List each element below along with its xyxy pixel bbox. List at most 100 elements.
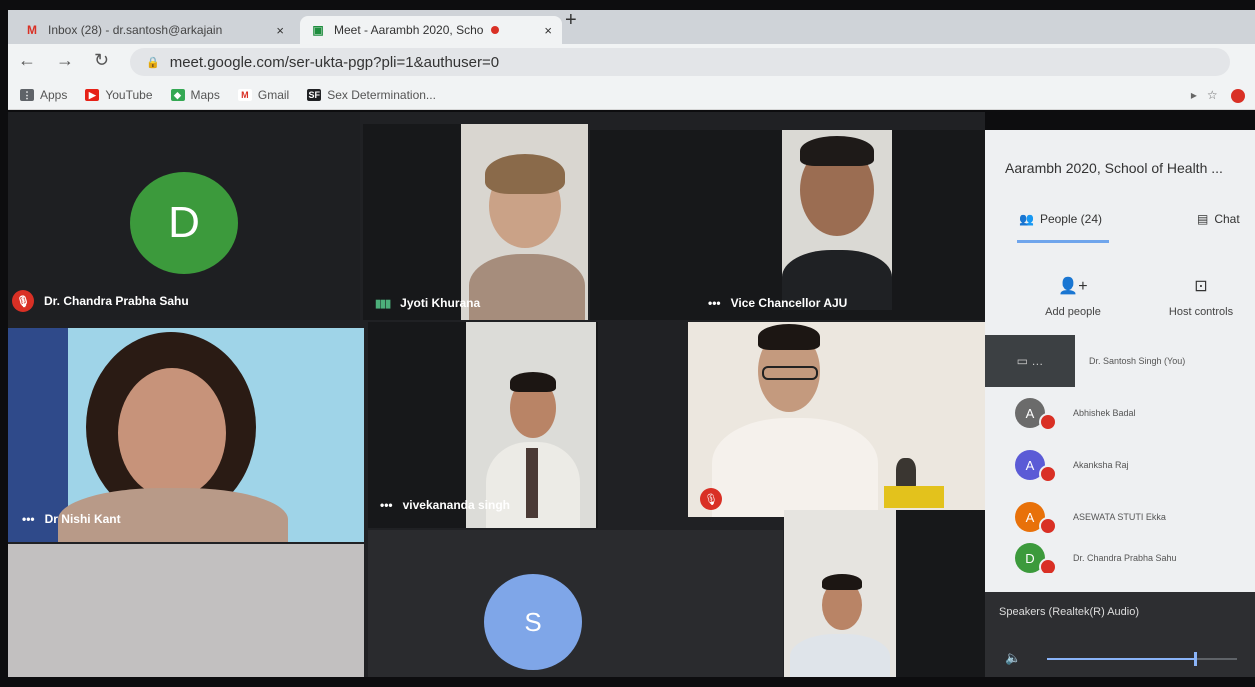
video-feed [784, 510, 896, 677]
participant-name-text: Vice Chancellor AJU [730, 296, 848, 310]
extension-icons: ▸ ☆ [1191, 88, 1245, 103]
participant-tile[interactable]: ▮▮▮ Jyoti Khurana [363, 124, 588, 320]
screen-bezel [0, 677, 1255, 687]
meeting-title: Aarambh 2020, School of Health ... [1005, 160, 1223, 176]
participant-tile[interactable] [8, 544, 364, 677]
bookmark-label: YouTube [105, 87, 153, 102]
profile-avatar[interactable] [1231, 88, 1245, 103]
person-head [118, 368, 226, 498]
tab-people[interactable]: 👥 People (24) [1019, 212, 1102, 226]
list-item[interactable]: A ASEWATA STUTI Ekka [985, 491, 1255, 543]
volume-slider-handle[interactable] [1194, 652, 1198, 666]
list-item[interactable]: D Dr. Chandra Prabha Sahu [985, 543, 1255, 573]
site-favicon-icon: SF [307, 88, 322, 101]
host-controls-icon: ⊡ [1194, 278, 1208, 295]
add-people-button[interactable]: 👤+ Add people [1023, 276, 1123, 318]
tab-label: Chat [1214, 212, 1240, 226]
speaker-device-label[interactable]: Speakers (Realtek(R) Audio) [999, 606, 1139, 618]
mic-off-icon [1039, 413, 1057, 431]
avatar: D [1015, 543, 1057, 573]
list-item[interactable]: A Akanksha Raj [985, 439, 1255, 491]
host-controls-label: Host controls [1168, 306, 1234, 318]
bookmark-youtube[interactable]: ▶ YouTube [85, 87, 153, 102]
bookmark-gmail[interactable]: M Gmail [237, 87, 290, 102]
figurine [896, 458, 916, 488]
participant-list-name: Dr. Chandra Prabha Sahu [1073, 553, 1177, 563]
person-hair [485, 154, 565, 194]
people-icon: 👥 [1019, 212, 1034, 226]
tab-meet[interactable]: ▣ Meet - Aarambh 2020, Scho × [300, 16, 562, 44]
bookmark-label: Sex Determination... [327, 87, 436, 102]
speaking-indicator-icon: ▮▮▮ [375, 297, 391, 310]
avatar: A [1015, 502, 1057, 535]
star-icon[interactable]: ☆ [1207, 88, 1218, 102]
audio-output-panel: Speakers (Realtek(R) Audio) 🔈 [985, 592, 1255, 677]
list-item[interactable]: ▭ … Dr. Santosh Singh (You) [985, 335, 1255, 387]
participant-name-text: Dr. Chandra Prabha Sahu [44, 294, 189, 308]
volume-icon[interactable]: 🔈 [1005, 650, 1021, 666]
self-video-thumbnail: ▭ … [985, 335, 1075, 387]
bookmark-apps[interactable]: ⋮ Apps [20, 88, 67, 102]
maps-icon: ◆ [170, 88, 185, 101]
recording-dot-icon [491, 26, 500, 34]
more-options-icon[interactable]: ••• [708, 296, 721, 310]
person-hair [822, 574, 862, 590]
close-tab-icon[interactable]: × [276, 23, 284, 38]
person-body [712, 418, 878, 517]
volume-slider[interactable] [1047, 652, 1237, 666]
new-tab-button[interactable]: + [565, 10, 577, 30]
reload-icon[interactable]: ↻ [94, 50, 109, 71]
mic-off-icon [1039, 465, 1057, 483]
youtube-icon: ▶ [85, 88, 100, 101]
necktie [526, 448, 538, 518]
tab-chat[interactable]: ▤ Chat [1197, 212, 1240, 226]
address-bar[interactable]: 🔒 meet.google.com/ser-ukta-pgp?pli=1&aut… [130, 48, 1230, 76]
bookmark-maps[interactable]: ◆ Maps [170, 87, 220, 102]
add-people-label: Add people [1045, 306, 1101, 318]
bookmark-sex-determination[interactable]: SF Sex Determination... [307, 88, 436, 102]
cast-icon[interactable]: ▸ [1191, 88, 1197, 102]
screenshot: M Inbox (28) - dr.santosh@arkajain × ▣ M… [0, 0, 1255, 687]
participant-name-text: vivekananda singh [402, 498, 510, 512]
participant-name-text: Jyoti Khurana [400, 296, 481, 310]
participant-name-text: Dr Nishi Kant [44, 512, 121, 526]
participant-list-name: ASEWATA STUTI Ekka [1073, 512, 1166, 522]
glasses-icon [762, 366, 818, 380]
active-tab-indicator [1017, 240, 1109, 243]
participant-tile[interactable]: ••• Dr Nishi Kant [8, 328, 364, 542]
add-person-icon: 👤+ [1058, 278, 1088, 295]
list-item[interactable]: A Abhishek Badal [985, 387, 1255, 439]
host-controls-button[interactable]: ⊡ Host controls [1151, 276, 1251, 318]
participant-list-name: Akanksha Raj [1073, 460, 1129, 470]
participant-tile[interactable]: S [368, 530, 783, 677]
meeting-stage: D 🎙 Dr. Chandra Prabha Sahu ▮▮▮ Jyoti Kh… [8, 112, 985, 677]
forward-icon[interactable]: → [56, 50, 74, 71]
meet-icon: ▣ [312, 23, 324, 37]
participant-tile[interactable] [784, 510, 985, 677]
bookmark-label: Maps [190, 87, 220, 102]
close-tab-icon[interactable]: × [544, 23, 552, 38]
participant-tile[interactable]: ••• Vice Chancellor AJU [590, 130, 985, 320]
participant-tile[interactable]: D 🎙 Dr. Chandra Prabha Sahu [8, 112, 360, 320]
tab-gmail[interactable]: M Inbox (28) - dr.santosh@arkajain × [14, 16, 294, 44]
mic-off-icon: 🎙 [12, 290, 34, 312]
back-icon[interactable]: ← [18, 50, 36, 71]
more-options-icon[interactable]: ••• [380, 498, 393, 512]
participant-name: ▮▮▮ Jyoti Khurana [375, 296, 480, 310]
chat-icon: ▤ [1197, 212, 1209, 226]
mic-off-icon [1039, 558, 1057, 573]
avatar-letter: D [1025, 550, 1035, 566]
person-hair [758, 324, 820, 350]
lock-icon: 🔒 [146, 56, 160, 69]
tab-label: Meet - Aarambh 2020, Scho [334, 23, 484, 37]
bookmark-label: Gmail [257, 87, 290, 102]
participant-tile[interactable]: 🎙 [688, 322, 985, 517]
participant-name: ••• vivekananda singh [380, 498, 510, 512]
apps-grid-icon: ⋮ [20, 88, 34, 101]
avatar-letter: A [1025, 405, 1035, 421]
participant-tile[interactable]: ••• vivekananda singh [368, 322, 598, 528]
tab-label: People (24) [1039, 212, 1102, 226]
more-options-icon[interactable]: ••• [22, 512, 35, 526]
participant-name: 🎙 Dr. Chandra Prabha Sahu [12, 290, 189, 312]
participant-list-name: Dr. Santosh Singh (You) [1089, 356, 1186, 366]
